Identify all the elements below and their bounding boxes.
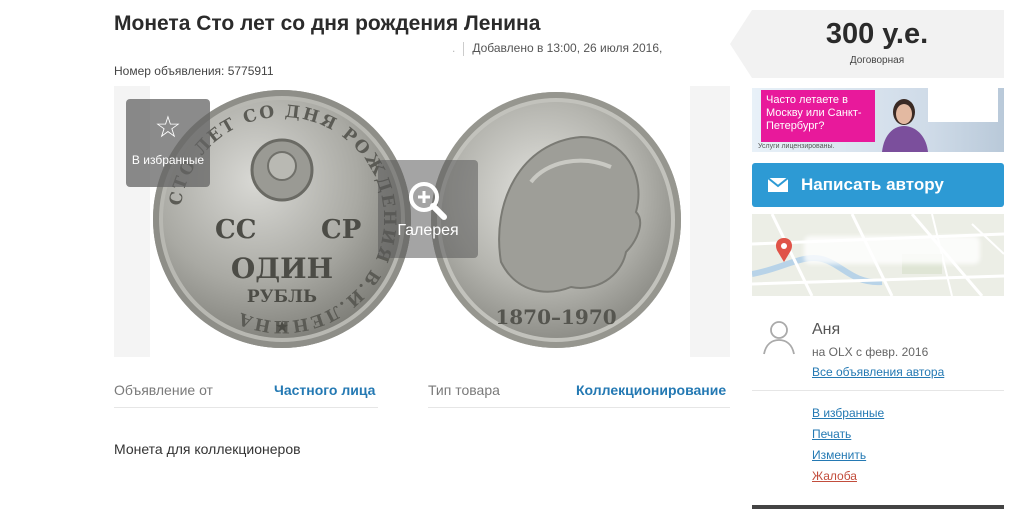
ad-banner-text: Часто летаете в Москву или Санкт-Петербу… xyxy=(761,90,875,142)
param-value-seller-type[interactable]: Частного лица xyxy=(274,382,375,398)
gallery-button[interactable]: Галерея xyxy=(378,160,478,258)
param-label-seller-type: Объявление от xyxy=(114,382,213,398)
divider xyxy=(114,407,378,408)
page-title: Монета Сто лет со дня рождения Ленина xyxy=(114,12,541,35)
seller-since: на OLX с февр. 2016 xyxy=(812,345,929,359)
favorites-label: В избранные xyxy=(131,153,205,167)
added-date: . Добавлено в 13:00, 26 июля 2016, xyxy=(452,41,662,56)
seller-name: Аня xyxy=(812,321,841,338)
added-date-text: Добавлено в 13:00, 26 июля 2016, xyxy=(472,41,663,55)
report-link[interactable]: Жалоба xyxy=(812,469,857,483)
ad-banner[interactable]: Часто летаете в Москву или Санкт-Петербу… xyxy=(752,88,1004,152)
envelope-icon xyxy=(768,178,788,192)
divider xyxy=(428,407,730,408)
divider xyxy=(463,41,465,56)
param-label-category: Тип товара xyxy=(428,382,500,398)
listing-description: Монета для коллекционеров xyxy=(114,441,301,457)
map-address-blur xyxy=(804,236,980,264)
coin-currency: РУБЛЬ xyxy=(247,287,317,307)
svg-text:★: ★ xyxy=(275,319,289,336)
gallery-label: Галерея xyxy=(397,222,459,239)
edit-link[interactable]: Изменить xyxy=(812,448,866,462)
ad-logo-area xyxy=(928,88,998,122)
price-note: Договорная xyxy=(849,55,905,66)
zoom-plus-icon xyxy=(409,182,447,220)
added-dot: . xyxy=(452,41,456,55)
coin-years: 1870–1970 xyxy=(495,305,616,329)
write-to-author-label: Написать автору xyxy=(801,175,944,194)
price-value: 300 у.е. xyxy=(825,18,929,50)
param-value-category[interactable]: Коллекционирование xyxy=(576,382,726,398)
add-to-favorites-button[interactable]: ☆ В избранные xyxy=(126,99,210,187)
coin-denomination: ОДИН xyxy=(231,252,333,285)
star-outline-icon: ☆ xyxy=(154,111,182,144)
all-author-ads-link[interactable]: Все объявления автора xyxy=(812,365,944,379)
ad-disclaimer: Услуги лицензированы. xyxy=(758,143,835,150)
bottom-block-edge xyxy=(752,505,1004,509)
user-icon xyxy=(763,321,795,355)
coin-cp-text: СР xyxy=(321,215,361,245)
write-to-author-button[interactable]: Написать автору xyxy=(752,163,1004,207)
add-to-favorites-link[interactable]: В избранные xyxy=(812,406,884,420)
location-map[interactable] xyxy=(752,214,1004,296)
coin-cc-text: СС xyxy=(215,215,256,245)
divider xyxy=(752,390,1004,391)
ad-person-image xyxy=(882,99,928,152)
ad-number: Номер объявления: 5775911 xyxy=(114,64,274,78)
print-link[interactable]: Печать xyxy=(812,427,851,441)
